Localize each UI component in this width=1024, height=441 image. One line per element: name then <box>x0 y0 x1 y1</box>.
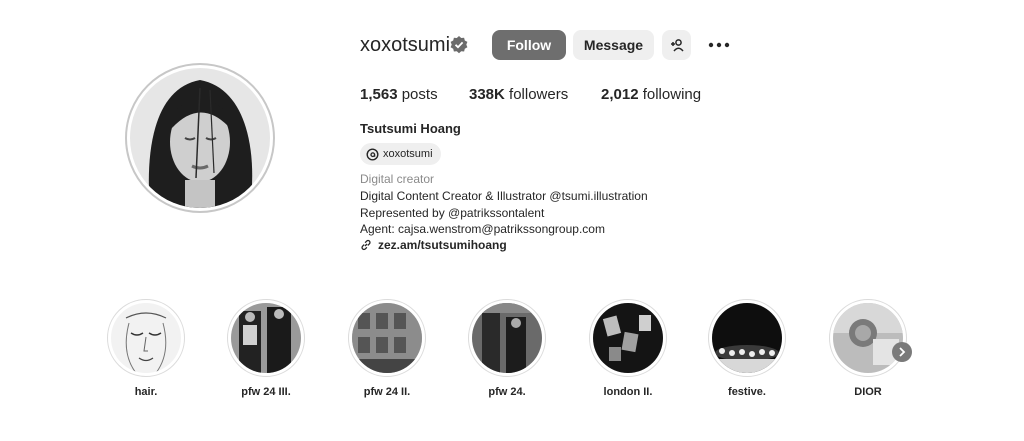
profile-link-text: zez.am/tsutsumihoang <box>378 238 507 252</box>
follow-button[interactable]: Follow <box>492 30 566 60</box>
highlight-label: london II. <box>603 386 653 398</box>
highlight-cover <box>111 303 181 373</box>
highlight-label: pfw 24 III. <box>241 386 291 398</box>
highlight-item[interactable]: festive. <box>707 299 787 398</box>
threads-link[interactable]: xoxotsumi <box>360 143 441 165</box>
followers-label: followers <box>509 86 569 103</box>
highlights-next-button[interactable] <box>892 342 912 362</box>
highlight-item[interactable]: london II. <box>588 299 668 398</box>
highlight-ring <box>708 299 786 377</box>
highlight-cover <box>472 303 542 373</box>
highlight-label: pfw 24. <box>488 386 526 398</box>
highlight-item[interactable]: pfw 24. <box>467 299 547 398</box>
highlight-ring <box>468 299 546 377</box>
following-value: 2,012 <box>601 86 639 103</box>
highlight-label: pfw 24 II. <box>363 386 411 398</box>
highlight-ring <box>107 299 185 377</box>
highlight-item[interactable]: hair. <box>106 299 186 398</box>
followers-count[interactable]: 338K followers <box>469 86 568 103</box>
highlight-label: hair. <box>134 386 158 398</box>
following-label: following <box>642 86 702 103</box>
threads-icon <box>366 147 379 161</box>
profile-username: xoxotsumi <box>360 34 451 56</box>
posts-value: 1,563 <box>360 86 398 103</box>
suggest-user-button[interactable] <box>662 30 691 60</box>
profile-avatar[interactable] <box>125 63 275 213</box>
profile-photo <box>130 68 270 208</box>
message-button[interactable]: Message <box>573 30 654 60</box>
verified-badge-icon <box>450 36 468 54</box>
highlight-label: festive. <box>728 386 766 398</box>
person-add-icon <box>670 39 684 52</box>
highlight-ring <box>829 299 907 377</box>
more-horizontal-icon[interactable] <box>707 37 731 53</box>
followers-value: 338K <box>469 86 505 103</box>
highlight-cover <box>352 303 422 373</box>
bio-line: Represented by @patrikssontalent <box>360 206 545 220</box>
link-icon <box>361 239 371 251</box>
bio-line: Agent: cajsa.wenstrom@patrikssongroup.co… <box>360 222 605 236</box>
posts-count: 1,563 posts <box>360 86 438 103</box>
highlight-cover <box>712 303 782 373</box>
highlight-cover <box>593 303 663 373</box>
highlight-item[interactable]: pfw 24 III. <box>226 299 306 398</box>
highlight-item[interactable]: pfw 24 II. <box>347 299 427 398</box>
following-count[interactable]: 2,012 following <box>601 86 701 103</box>
highlight-cover <box>231 303 301 373</box>
profile-category: Digital creator <box>360 172 435 186</box>
highlight-ring <box>348 299 426 377</box>
posts-label: posts <box>401 86 438 103</box>
highlight-cover <box>833 303 903 373</box>
highlight-ring <box>589 299 667 377</box>
threads-handle: xoxotsumi <box>383 148 433 160</box>
profile-full-name: Tsutsumi Hoang <box>360 121 461 136</box>
highlight-label: DIOR <box>854 386 882 398</box>
chevron-right-icon <box>899 347 906 357</box>
bio-line: Digital Content Creator & Illustrator @t… <box>360 189 648 203</box>
profile-link[interactable]: zez.am/tsutsumihoang <box>360 238 507 252</box>
highlight-ring <box>227 299 305 377</box>
